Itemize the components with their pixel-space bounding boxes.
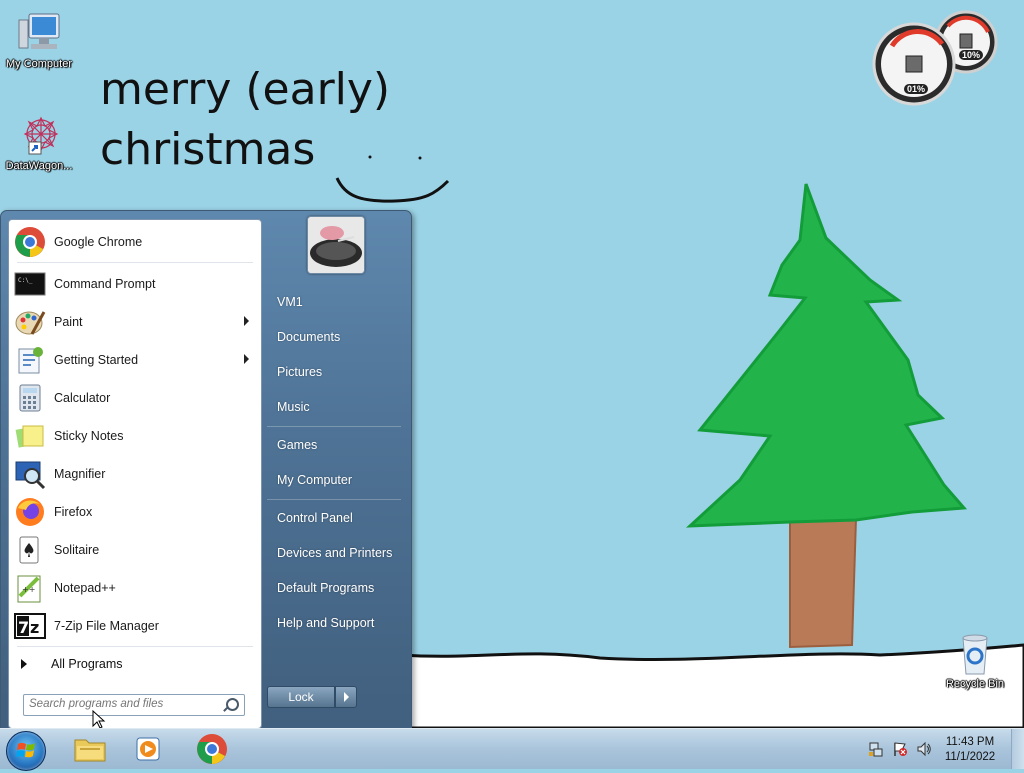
memory-percent: 10% (959, 50, 984, 60)
firefox-icon (14, 496, 46, 528)
program-label: Paint (54, 315, 83, 329)
command-prompt-icon: C:\_ (14, 268, 46, 300)
taskbar-chrome[interactable] (186, 731, 238, 767)
media-player-icon (136, 737, 160, 761)
desktop-icon-my-computer[interactable]: My Computer (0, 10, 78, 71)
start-right-documents[interactable]: Documents (267, 323, 403, 351)
clock-date: 11/1/2022 (944, 751, 996, 763)
program-getting-started[interactable]: Getting Started (13, 342, 257, 378)
start-right-help-support[interactable]: Help and Support (267, 609, 403, 637)
notepad-plus-plus-icon: ++ (14, 572, 46, 604)
program-sticky-notes[interactable]: Sticky Notes (13, 418, 257, 454)
seven-zip-icon: 7 z (14, 610, 46, 642)
desktop-icon-label: My Computer (5, 58, 73, 70)
program-google-chrome[interactable]: Google Chrome (13, 224, 257, 260)
start-right-pictures[interactable]: Pictures (267, 358, 403, 386)
start-right-default-programs[interactable]: Default Programs (267, 574, 403, 602)
divider (17, 646, 253, 647)
search-icon[interactable] (226, 698, 239, 711)
program-label: Magnifier (54, 467, 106, 481)
lock-button[interactable]: Lock (267, 686, 335, 708)
file-explorer-icon (74, 739, 106, 762)
recycle-bin-icon (951, 630, 999, 678)
svg-text:++: ++ (22, 585, 35, 594)
search-input[interactable] (24, 695, 219, 713)
cpu-meter-gadget[interactable]: 01% 10% (872, 6, 1002, 106)
taskbar: 11:43 PM 11/1/2022 (0, 728, 1024, 771)
desktop: merry (early) christmas My Computer Data… (0, 0, 1024, 728)
program-label: Command Prompt (54, 277, 156, 291)
chrome-icon (14, 226, 46, 258)
program-7zip[interactable]: 7 z 7-Zip File Manager (13, 608, 257, 644)
divider (267, 499, 401, 500)
all-programs-button[interactable]: All Programs (17, 652, 253, 676)
program-calculator[interactable]: Calculator (13, 380, 257, 416)
paint-icon (14, 306, 46, 338)
mouse-cursor-icon (92, 710, 106, 728)
magnifier-icon (14, 458, 46, 490)
submenu-arrow-icon[interactable] (244, 316, 249, 326)
program-magnifier[interactable]: Magnifier (13, 456, 257, 492)
desktop-icon-recycle-bin[interactable]: Recycle Bin (936, 630, 1014, 691)
svg-text:z: z (30, 618, 39, 637)
program-label: Sticky Notes (54, 429, 124, 443)
start-right-games[interactable]: Games (267, 431, 403, 459)
start-right-vm1[interactable]: VM1 (267, 288, 403, 316)
program-paint[interactable]: Paint (13, 304, 257, 340)
user-avatar[interactable] (307, 216, 365, 274)
program-label: Solitaire (54, 543, 100, 557)
cpu-percent: 01% (904, 84, 929, 94)
shutdown-options-arrow-icon[interactable] (335, 686, 357, 708)
getting-started-icon (14, 344, 46, 376)
solitaire-icon (14, 534, 46, 566)
wallpaper-text-line1: merry (early) (100, 64, 390, 115)
program-firefox[interactable]: Firefox (13, 494, 257, 530)
show-desktop-button[interactable] (1011, 729, 1024, 769)
program-label: Google Chrome (54, 235, 143, 249)
start-menu: Google Chrome C:\_ Command Prompt Paint … (0, 210, 412, 728)
program-command-prompt[interactable]: C:\_ Command Prompt (13, 266, 257, 302)
tree-trunk (789, 516, 858, 649)
expand-arrow-icon (21, 659, 27, 669)
program-label: Getting Started (54, 353, 139, 367)
desktop-icon-label: Recycle Bin (945, 678, 1005, 690)
network-icon[interactable] (868, 741, 884, 757)
divider (267, 426, 401, 427)
program-label: Notepad++ (54, 581, 116, 595)
programs-pane: Google Chrome C:\_ Command Prompt Paint … (8, 219, 262, 728)
search-box[interactable] (23, 694, 245, 716)
start-right-music[interactable]: Music (267, 393, 403, 421)
program-solitaire[interactable]: Solitaire (13, 532, 257, 568)
svg-text:7: 7 (18, 618, 29, 637)
desktop-icon-label: DataWagon... (5, 160, 73, 172)
taskbar-file-explorer[interactable] (64, 731, 116, 767)
volume-icon[interactable] (916, 741, 932, 757)
start-right-control-panel[interactable]: Control Panel (267, 504, 403, 532)
my-computer-icon (15, 10, 63, 58)
taskbar-media-player[interactable] (124, 731, 176, 767)
svg-text:C:\_: C:\_ (18, 277, 33, 284)
start-right-devices-printers[interactable]: Devices and Printers (267, 539, 403, 567)
program-label: Firefox (54, 505, 93, 519)
desktop-icon-datawagon[interactable]: DataWagon... (0, 112, 78, 173)
start-right-my-computer[interactable]: My Computer (267, 466, 403, 494)
clock[interactable]: 11:43 PM 11/1/2022 (938, 735, 1002, 765)
submenu-arrow-icon[interactable] (244, 354, 249, 364)
divider (17, 262, 253, 263)
program-label: 7-Zip File Manager (54, 619, 159, 633)
system-tray: 11:43 PM 11/1/2022 (854, 729, 1024, 769)
program-notepad-plus-plus[interactable]: ++ Notepad++ (13, 570, 257, 606)
start-button[interactable] (6, 731, 46, 771)
program-label: Calculator (54, 391, 111, 405)
chrome-icon (197, 734, 227, 764)
windows-logo-icon (16, 742, 35, 758)
datawagon-shortcut-icon (15, 112, 63, 160)
action-center-icon[interactable] (892, 741, 908, 757)
calculator-icon (14, 382, 46, 414)
clock-time: 11:43 PM (945, 736, 995, 748)
sticky-notes-icon (14, 420, 46, 452)
wallpaper-text-line2: christmas (100, 124, 315, 175)
all-programs-label: All Programs (51, 657, 123, 671)
